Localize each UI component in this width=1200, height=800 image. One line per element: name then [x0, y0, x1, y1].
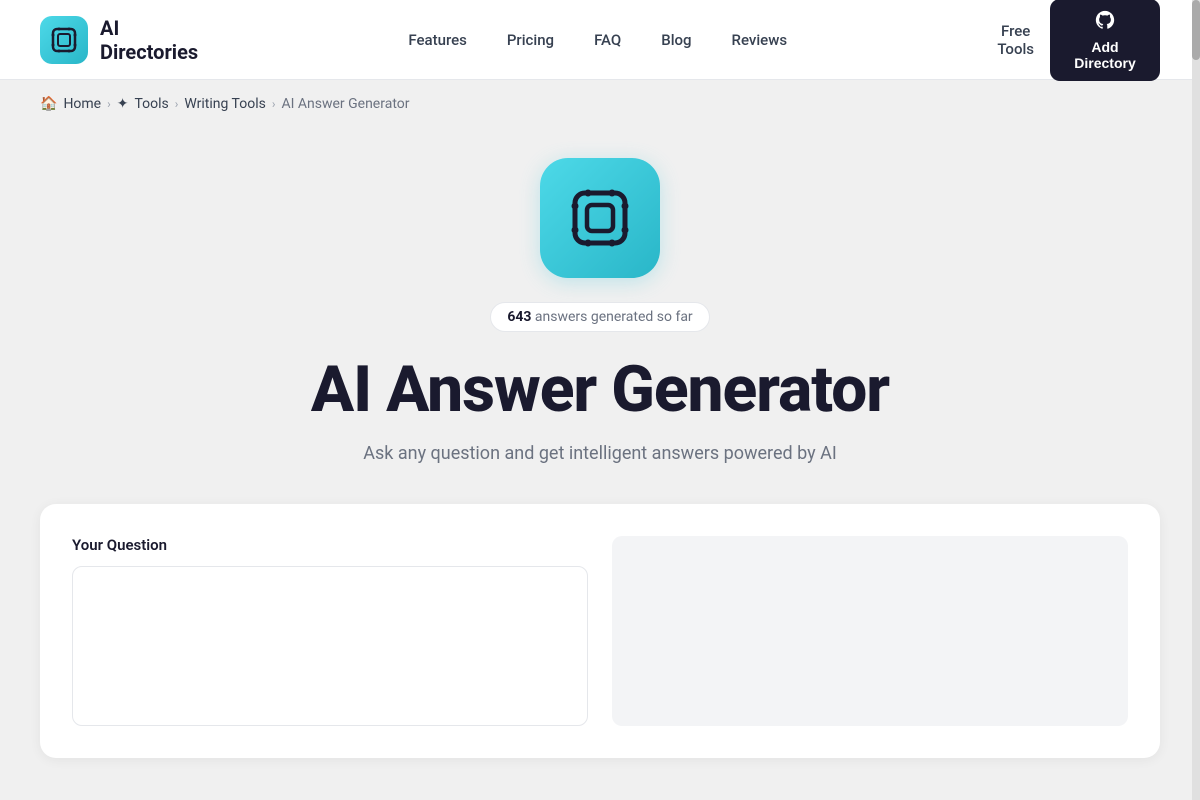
- question-input[interactable]: [72, 566, 588, 726]
- stats-badge: 643 answers generated so far: [490, 302, 709, 332]
- github-button-label: AddDirectory: [1074, 39, 1135, 71]
- scrollbar-thumb[interactable]: [1192, 0, 1200, 60]
- hero-title: AI Answer Generator: [311, 352, 889, 427]
- logo-area: AI Directories: [40, 16, 198, 64]
- breadcrumb: 🏠 Home › ✦ Tools › Writing Tools › AI An…: [0, 80, 1200, 128]
- nav-blog[interactable]: Blog: [645, 23, 707, 57]
- nav-features[interactable]: Features: [392, 23, 482, 57]
- breadcrumb-sep-1: ›: [107, 97, 111, 111]
- home-icon: 🏠: [40, 96, 57, 112]
- app-icon: [540, 158, 660, 278]
- free-tools-link[interactable]: FreeTools: [997, 22, 1034, 58]
- nav-pricing[interactable]: Pricing: [491, 23, 570, 57]
- stats-count: 643: [507, 309, 531, 325]
- breadcrumb-sep-2: ›: [175, 97, 179, 111]
- breadcrumb-home[interactable]: 🏠 Home: [40, 96, 101, 112]
- logo-text: AI Directories: [100, 16, 198, 64]
- tools-icon: ✦: [117, 96, 129, 112]
- main-nav: Features Pricing FAQ Blog Reviews: [392, 23, 803, 57]
- question-label: Your Question: [72, 536, 588, 554]
- logo-icon: [40, 16, 88, 64]
- breadcrumb-sep-3: ›: [272, 97, 276, 111]
- breadcrumb-writing-tools[interactable]: Writing Tools: [184, 96, 265, 112]
- breadcrumb-current: AI Answer Generator: [281, 96, 409, 112]
- header: AI Directories Features Pricing FAQ Blog…: [0, 0, 1200, 80]
- breadcrumb-tools[interactable]: ✦ Tools: [117, 96, 169, 112]
- github-button[interactable]: AddDirectory: [1050, 0, 1160, 81]
- scrollbar[interactable]: [1192, 0, 1200, 800]
- hero-subtitle: Ask any question and get intelligent ans…: [363, 443, 837, 464]
- nav-reviews[interactable]: Reviews: [716, 23, 804, 57]
- github-icon: [1094, 9, 1116, 37]
- main-content-card: Your Question: [40, 504, 1160, 758]
- header-right: FreeTools AddDirectory: [997, 0, 1160, 81]
- answer-section: [612, 536, 1128, 726]
- stats-text: answers generated so far: [535, 309, 693, 325]
- nav-faq[interactable]: FAQ: [578, 23, 637, 57]
- question-section: Your Question: [72, 536, 588, 726]
- hero-section: 643 answers generated so far AI Answer G…: [0, 128, 1200, 798]
